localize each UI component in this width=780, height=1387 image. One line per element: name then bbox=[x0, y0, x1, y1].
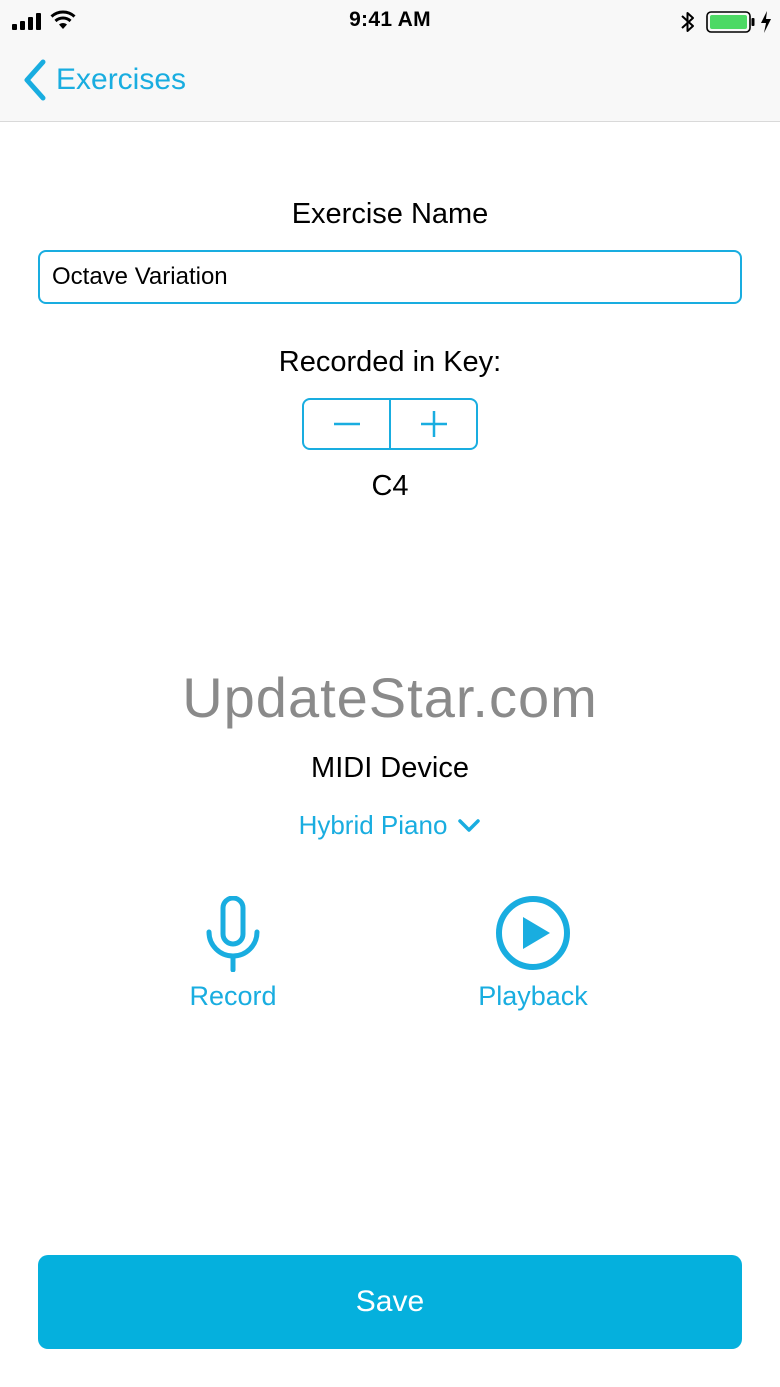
microphone-icon bbox=[206, 896, 260, 972]
status-time: 9:41 AM bbox=[349, 8, 431, 31]
navigation-bar: Exercises bbox=[0, 42, 780, 122]
midi-device-label: MIDI Device bbox=[311, 752, 469, 784]
midi-device-value: Hybrid Piano bbox=[298, 810, 448, 840]
back-label: Exercises bbox=[56, 63, 187, 96]
charging-bolt-icon bbox=[761, 11, 771, 33]
play-circle-icon bbox=[496, 896, 570, 970]
save-label: Save bbox=[355, 1285, 425, 1318]
playback-label: Playback bbox=[478, 981, 588, 1011]
key-decrement-button[interactable] bbox=[304, 400, 389, 448]
watermark-text: UpdateStar.com bbox=[182, 666, 598, 729]
key-increment-button[interactable] bbox=[391, 400, 476, 448]
record-label: Record bbox=[189, 981, 277, 1011]
chevron-down-icon bbox=[458, 818, 481, 832]
save-button[interactable]: Save bbox=[38, 1255, 742, 1349]
key-value: C4 bbox=[371, 470, 409, 502]
record-button[interactable]: Record bbox=[133, 890, 333, 1012]
exercise-editor-screen: 9:41 AM Exercises Exercise Name Recorded… bbox=[0, 0, 780, 1387]
chevron-left-icon bbox=[24, 59, 46, 101]
exercise-name-label: Exercise Name bbox=[291, 198, 489, 230]
plus-icon bbox=[420, 411, 447, 437]
playback-button[interactable]: Playback bbox=[433, 890, 633, 1012]
battery-icon bbox=[706, 11, 755, 33]
key-stepper bbox=[302, 398, 478, 450]
exercise-name-input[interactable] bbox=[38, 250, 742, 304]
midi-device-dropdown[interactable]: Hybrid Piano bbox=[0, 810, 780, 841]
minus-icon bbox=[333, 422, 360, 426]
back-button[interactable]: Exercises bbox=[22, 58, 186, 102]
bluetooth-icon bbox=[681, 12, 694, 32]
recorded-key-label: Recorded in Key: bbox=[278, 346, 502, 378]
status-bar: 9:41 AM bbox=[0, 0, 780, 42]
